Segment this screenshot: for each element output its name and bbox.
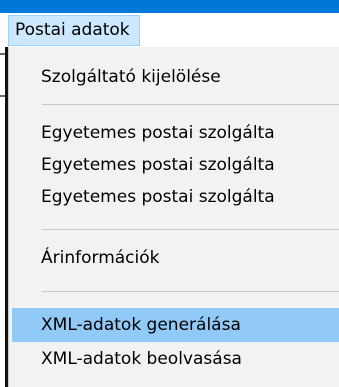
menu-postai-adatok[interactable]: Postai adatok <box>8 15 140 46</box>
menu-item-label: Árinformációk <box>41 248 160 268</box>
dropdown-menu: Szolgáltató kijelölése Egyetemes postai … <box>8 47 339 387</box>
menu-item-label: XML-adatok beolvasása <box>41 349 242 369</box>
menu-bar: Postai adatok <box>0 13 339 47</box>
menu-item-xml-adatok-beolvasasa[interactable]: XML-adatok beolvasása <box>12 342 339 376</box>
menu-separator <box>42 104 339 105</box>
menu-item-egyetemes-postai-1[interactable]: Egyetemes postai szolgálta <box>12 116 339 150</box>
menu-item-label: Egyetemes postai szolgálta <box>41 155 275 175</box>
application-window: Postai adatok Szolgáltató kijelölése Egy… <box>0 0 339 387</box>
menu-item-label: XML-adatok generálása <box>41 315 241 335</box>
menu-item-egyetemes-postai-3[interactable]: Egyetemes postai szolgálta <box>12 180 339 214</box>
menu-item-egyetemes-postai-2[interactable]: Egyetemes postai szolgálta <box>12 148 339 182</box>
menu-item-arinformaciok[interactable]: Árinformációk <box>12 241 339 275</box>
menu-item-label: Egyetemes postai szolgálta <box>41 187 275 207</box>
title-bar <box>0 0 339 13</box>
menu-item-label: Egyetemes postai szolgálta <box>41 123 275 143</box>
menu-item-xml-adatok-generalasa[interactable]: XML-adatok generálása <box>12 308 339 342</box>
menu-item-szolgaltato-kijelolese[interactable]: Szolgáltató kijelölése <box>12 60 339 94</box>
menu-separator <box>42 229 339 230</box>
menu-separator <box>42 291 339 292</box>
menu-item-label: Szolgáltató kijelölése <box>41 67 221 87</box>
